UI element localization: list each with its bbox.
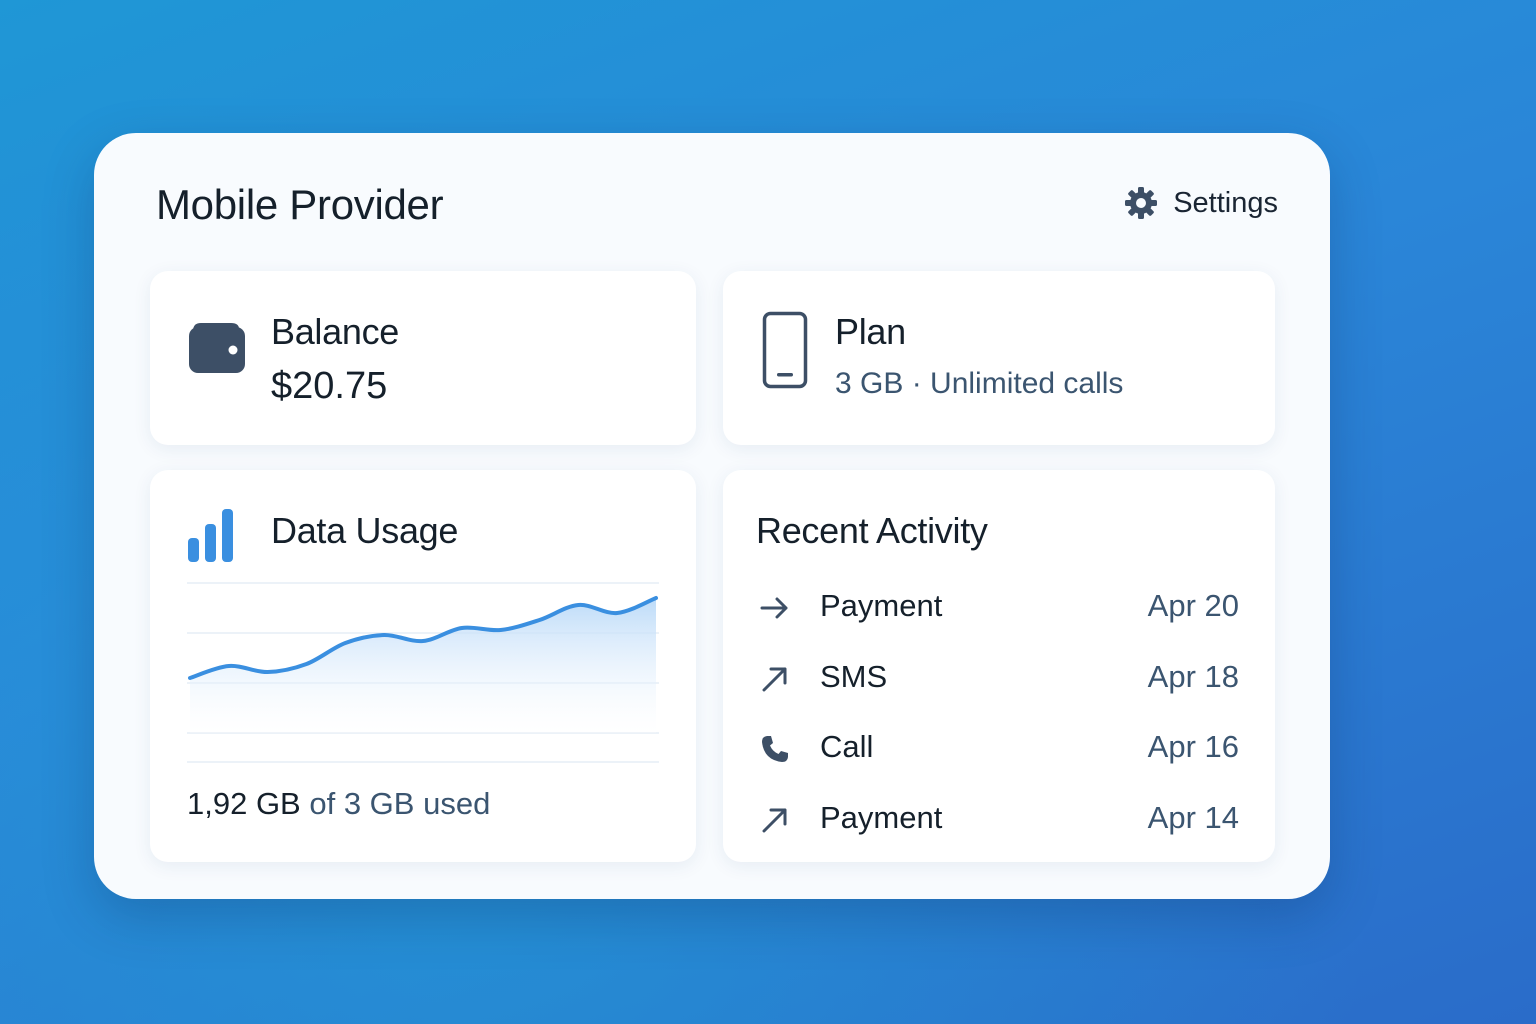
- activity-item-date: Apr 14: [1147, 800, 1239, 835]
- activity-item-label: Payment: [820, 588, 943, 623]
- data-used-suffix: of 3 GB used: [300, 786, 491, 821]
- activity-item-label: Call: [820, 729, 874, 764]
- plan-details: 3 GB · Unlimited calls: [835, 367, 1124, 400]
- activity-item-label: Payment: [820, 800, 943, 835]
- data-usage-chart: [187, 582, 659, 763]
- data-usage-summary: 1,92 GB of 3 GB used: [187, 786, 490, 822]
- activity-item[interactable]: Payment Apr 14: [756, 795, 1239, 845]
- settings-label: Settings: [1173, 186, 1278, 219]
- balance-heading: Balance: [271, 311, 399, 352]
- activity-item[interactable]: SMS Apr 18: [756, 654, 1239, 704]
- settings-button[interactable]: Settings: [1123, 185, 1278, 221]
- signal-bars-icon: [187, 508, 237, 567]
- activity-item-label: SMS: [820, 659, 888, 694]
- arrow-up-right-icon: [760, 664, 790, 699]
- recent-activity-heading: Recent Activity: [756, 510, 988, 551]
- activity-item[interactable]: Call Apr 16: [756, 724, 1239, 774]
- app-title: Mobile Provider: [156, 181, 444, 228]
- usage-area: [190, 598, 656, 733]
- data-usage-card[interactable]: Data Usage 1,92 GB of 3 GB used: [150, 470, 696, 862]
- activity-item[interactable]: Payment Apr 20: [756, 583, 1239, 633]
- activity-item-date: Apr 18: [1147, 659, 1239, 694]
- data-usage-heading: Data Usage: [271, 510, 459, 551]
- plan-card[interactable]: Plan 3 GB · Unlimited calls: [723, 271, 1275, 445]
- data-used-amount: 1,92 GB: [187, 786, 301, 821]
- phone-icon: [762, 311, 808, 394]
- plan-heading: Plan: [835, 311, 906, 352]
- arrow-up-right-icon: [760, 805, 790, 840]
- gear-icon: [1123, 185, 1159, 221]
- balance-value: $20.75: [271, 365, 388, 407]
- wallet-icon: [187, 317, 245, 380]
- activity-item-date: Apr 16: [1147, 729, 1239, 764]
- phone-call-icon: [760, 734, 790, 769]
- balance-card[interactable]: Balance $20.75: [150, 271, 696, 445]
- recent-activity-card: Recent Activity Payment Apr 20 SMS Apr 1…: [723, 470, 1275, 862]
- arrow-right-icon: [760, 593, 790, 628]
- app-card: Mobile Provider Settings Balance $20.75 …: [94, 133, 1330, 899]
- activity-item-date: Apr 20: [1147, 588, 1239, 623]
